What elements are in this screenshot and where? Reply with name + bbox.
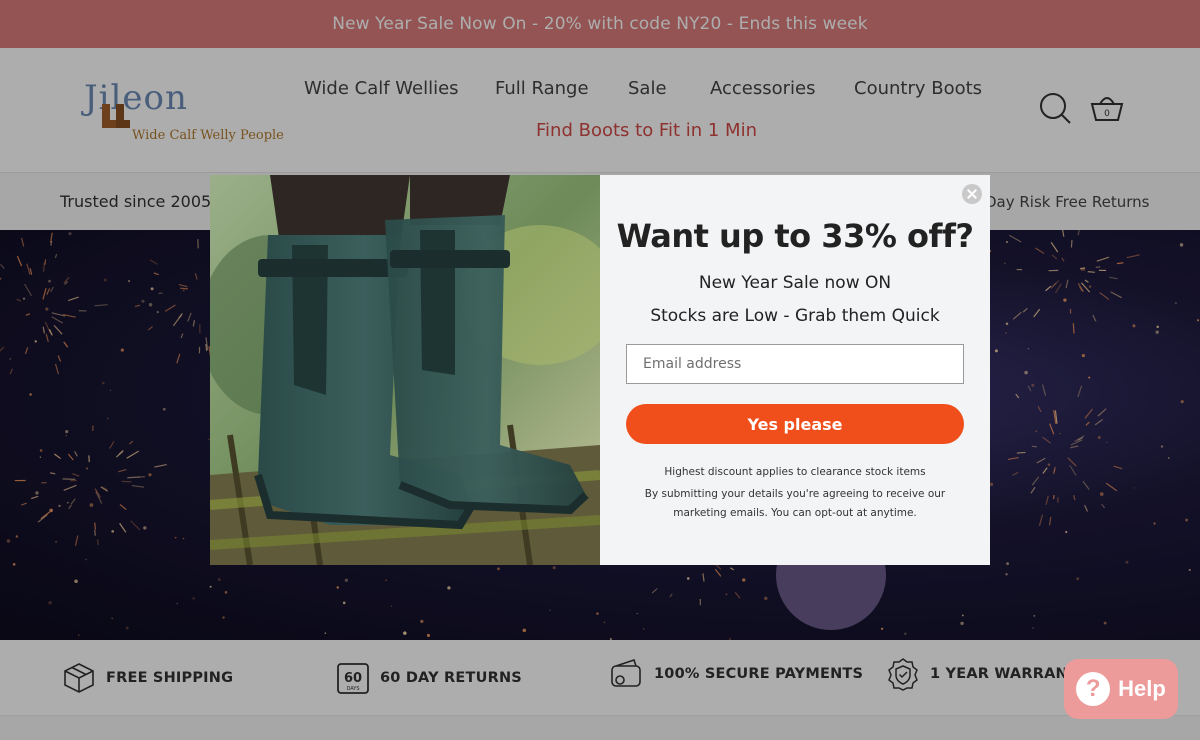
green-wellies-image [210, 175, 600, 565]
help-button[interactable]: ? Help [1064, 659, 1178, 719]
popup-title: Want up to 33% off? [616, 217, 974, 255]
help-label: Help [1118, 676, 1166, 701]
yes-please-button[interactable]: Yes please [626, 404, 964, 444]
popup-fineprint-consent: By submitting your details you're agreei… [644, 488, 946, 519]
popup-subtitle-2: Stocks are Low - Grab them Quick [650, 306, 940, 326]
question-icon: ? [1076, 672, 1111, 706]
close-icon[interactable] [962, 184, 982, 204]
newsletter-popup: Want up to 33% off? New Year Sale now ON… [210, 175, 990, 565]
popup-subtitle-1: New Year Sale now ON [698, 273, 892, 293]
popup-content: Want up to 33% off? New Year Sale now ON… [600, 175, 990, 565]
popup-boots-image [210, 175, 600, 565]
email-field[interactable] [626, 344, 964, 384]
popup-fineprint-discount: Highest discount applies to clearance st… [664, 466, 926, 478]
